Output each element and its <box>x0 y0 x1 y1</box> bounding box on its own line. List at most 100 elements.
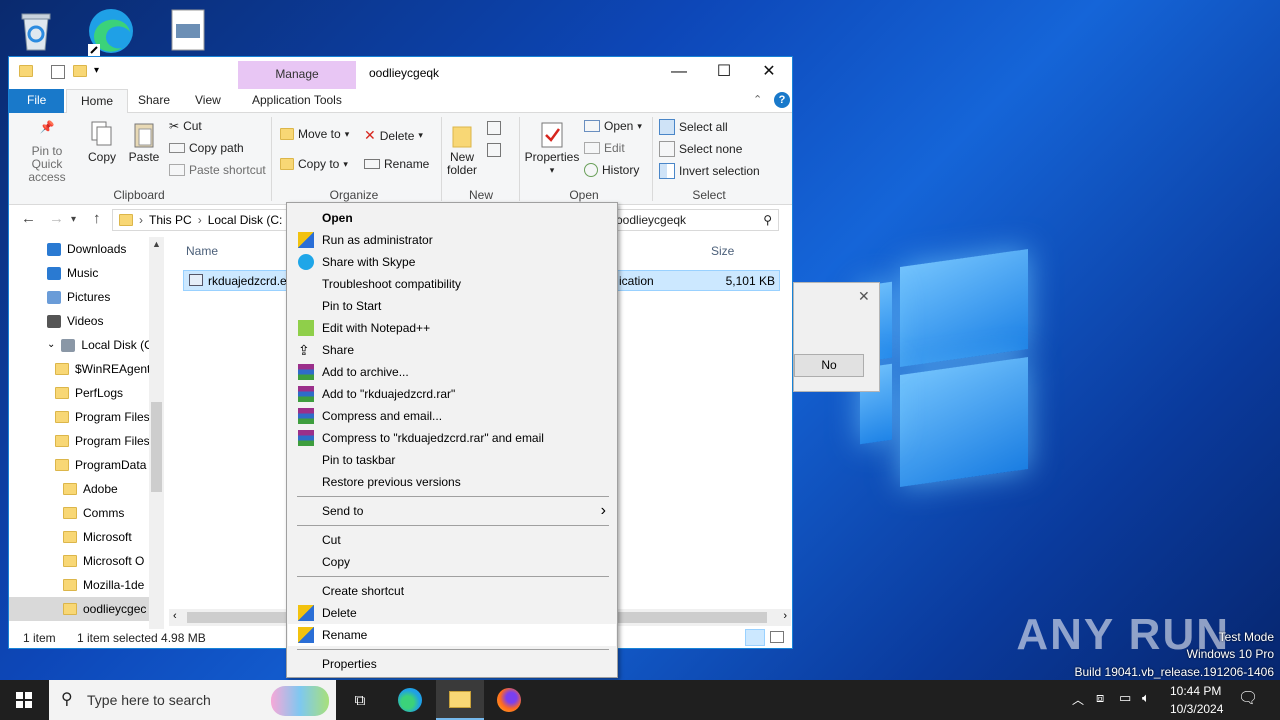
file-desktop-icon[interactable] <box>170 8 218 56</box>
delete-button[interactable]: ✕ Delete ▾ <box>364 127 423 144</box>
sidebar-item[interactable]: Program Files <box>55 405 149 429</box>
sidebar-item[interactable]: PerfLogs <box>55 381 123 405</box>
move-to-button[interactable]: Move to ▾ <box>280 127 349 141</box>
recent-dropdown-icon[interactable]: ▾ <box>71 214 76 225</box>
dialog-close-icon[interactable]: ✕ <box>858 288 870 305</box>
context-menu-item[interactable]: Create shortcut <box>288 580 616 602</box>
cut-button[interactable]: ✂ Cut <box>169 119 202 133</box>
context-menu-item[interactable]: Add to "rkduajedzcrd.rar" <box>288 383 616 405</box>
scroll-right-icon[interactable]: › <box>783 610 787 622</box>
breadcrumb-this-pc[interactable]: This PC <box>149 213 192 227</box>
up-arrow-icon[interactable]: ↑ <box>93 210 101 227</box>
network-icon[interactable]: ▭ <box>1119 690 1131 706</box>
edge-desktop-icon[interactable] <box>86 6 134 56</box>
edge-taskbar-button[interactable] <box>386 680 434 720</box>
context-menu-item[interactable]: Share with Skype <box>288 251 616 273</box>
maximize-button[interactable]: ☐ <box>701 57 747 87</box>
recycle-bin-icon[interactable] <box>14 8 62 56</box>
new-folder-quick-icon[interactable] <box>73 65 87 80</box>
sidebar-item[interactable]: ⌄ Local Disk (C:) <box>47 333 149 357</box>
task-view-button[interactable]: ⧉ <box>336 680 384 720</box>
copy-path-button[interactable]: Copy path <box>169 141 244 155</box>
breadcrumb-local-disk[interactable]: Local Disk (C: <box>208 213 283 227</box>
search-input[interactable]: n oodlieycgeqk ⚲ <box>601 209 779 231</box>
minimize-button[interactable]: — <box>656 57 702 87</box>
tray-app-icon[interactable]: ⧈ <box>1096 690 1104 706</box>
large-icons-view-icon[interactable] <box>770 631 784 643</box>
sidebar-item[interactable]: Downloads <box>47 237 126 261</box>
manage-contextual-tab[interactable]: Manage <box>238 61 356 89</box>
context-menu-item[interactable]: Open <box>288 207 616 229</box>
help-icon[interactable]: ? <box>774 92 790 108</box>
new-item-icon[interactable] <box>487 121 501 135</box>
context-menu-item[interactable]: Copy <box>288 551 616 573</box>
edit-button[interactable]: Edit <box>584 141 625 155</box>
select-all-button[interactable]: Select all <box>659 119 728 135</box>
start-button[interactable] <box>0 680 48 720</box>
tray-chevron-icon[interactable]: ︿ <box>1072 691 1084 708</box>
tab-file[interactable]: File <box>9 89 65 113</box>
sidebar-item[interactable]: Comms <box>63 501 124 525</box>
sidebar-item[interactable]: Microsoft <box>63 525 132 549</box>
invert-selection-button[interactable]: Invert selection <box>659 163 760 179</box>
history-button[interactable]: History <box>584 163 639 177</box>
context-menu-item[interactable]: Troubleshoot compatibility <box>288 273 616 295</box>
context-menu-item[interactable]: Run as administrator <box>288 229 616 251</box>
properties-quick-icon[interactable] <box>51 65 65 79</box>
sidebar-item[interactable]: Music <box>47 261 98 285</box>
rename-button[interactable]: Rename <box>364 157 429 171</box>
context-menu-item[interactable]: Properties <box>288 653 616 675</box>
collapse-ribbon-icon[interactable]: ⌃ <box>753 93 762 106</box>
notifications-icon[interactable]: 🗨︎ <box>1238 688 1258 708</box>
dialog-no-button[interactable]: No <box>794 354 864 377</box>
quick-access-dropdown-icon[interactable]: ▾ <box>94 65 99 76</box>
tab-application-tools[interactable]: Application Tools <box>238 89 356 113</box>
context-menu-item[interactable]: Compress and email... <box>288 405 616 427</box>
paste-shortcut-button[interactable]: Paste shortcut <box>169 163 266 177</box>
column-name-header[interactable]: Name <box>186 244 218 258</box>
copy-to-button[interactable]: Copy to ▾ <box>280 157 348 171</box>
sidebar-item[interactable]: Videos <box>47 309 103 333</box>
sidebar-item[interactable]: ProgramData <box>55 453 146 477</box>
firefox-taskbar-button[interactable] <box>485 680 533 720</box>
sidebar-item[interactable]: Program Files <box>55 429 149 453</box>
close-button[interactable]: ✕ <box>746 57 792 87</box>
column-size-header[interactable]: Size <box>711 244 734 258</box>
easy-access-icon[interactable] <box>487 143 501 157</box>
sidebar-item[interactable]: Microsoft O <box>63 549 144 573</box>
sidebar-item[interactable]: oodlieycgec <box>9 597 149 621</box>
clock-time[interactable]: 10:44 PM <box>1170 684 1221 698</box>
tab-share[interactable]: Share <box>124 89 184 113</box>
pin-quick-access-button[interactable]: 📌 Pin to Quick access <box>15 121 79 184</box>
context-menu-item[interactable]: Rename <box>288 624 616 646</box>
sidebar-item[interactable]: Mozilla-1de <box>63 573 144 597</box>
context-menu-item[interactable]: Pin to Start <box>288 295 616 317</box>
paste-button[interactable]: Paste <box>127 121 161 164</box>
open-button[interactable]: Open ▾ <box>584 119 642 133</box>
context-menu-item[interactable]: Delete <box>288 602 616 624</box>
context-menu-item[interactable]: Compress to "rkduajedzcrd.rar" and email <box>288 427 616 449</box>
tab-home[interactable]: Home <box>66 89 129 114</box>
new-folder-button[interactable]: New folder <box>445 121 479 177</box>
expand-chevron-icon[interactable]: ⌄ <box>47 333 55 357</box>
context-menu-item[interactable]: ⇪ Share <box>288 339 616 361</box>
context-menu-item[interactable]: Cut <box>288 529 616 551</box>
context-menu-item[interactable]: Restore previous versions <box>288 471 616 493</box>
sidebar-item[interactable]: Pictures <box>47 285 110 309</box>
scroll-thumb[interactable] <box>151 402 162 492</box>
volume-icon[interactable]: 🔈︎ <box>1142 690 1150 706</box>
context-menu-item[interactable]: Add to archive... <box>288 361 616 383</box>
sidebar-item[interactable]: $WinREAgent <box>55 357 149 381</box>
back-arrow-icon[interactable]: ← <box>21 210 36 227</box>
tab-view[interactable]: View <box>181 89 235 113</box>
context-menu-item[interactable]: Edit with Notepad++ <box>288 317 616 339</box>
details-view-icon[interactable] <box>745 629 765 646</box>
copy-button[interactable]: Copy <box>85 121 119 164</box>
clock-date[interactable]: 10/3/2024 <box>1170 702 1223 716</box>
scroll-up-icon[interactable]: ▲ <box>152 239 161 249</box>
properties-button[interactable]: Properties ▾ <box>524 121 580 177</box>
scroll-left-icon[interactable]: ‹ <box>173 610 177 622</box>
select-none-button[interactable]: Select none <box>659 141 742 157</box>
taskbar-search-box[interactable]: ⚲ Type here to search <box>49 680 336 720</box>
explorer-taskbar-button[interactable] <box>436 680 484 720</box>
